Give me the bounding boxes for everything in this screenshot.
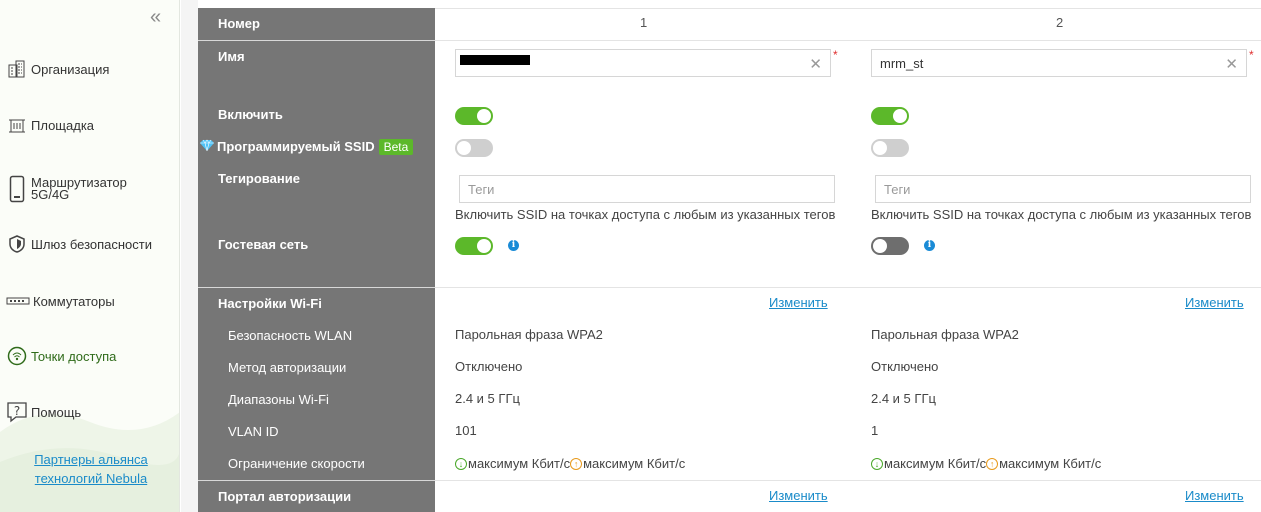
guest-network-toggle-2[interactable] [871,237,909,255]
label-wlan-security: Безопасность WLAN [228,328,353,343]
label-tagging: Тегирование [218,171,300,186]
auth-method-value-2: Отключено [871,359,939,374]
router-icon [6,174,28,204]
label-guest-network: Гостевая сеть [218,237,309,252]
wifi-ap-icon [6,345,28,367]
ssid-settings-table: 1 2 ✕ * Теги Включить SSID на точках дос… [435,8,1261,512]
label-auth-portal: Портал авторизации [218,489,352,504]
divider [435,40,1261,41]
help-icon: ? [6,401,28,423]
vlan-value-2: 1 [871,423,879,438]
ssid-name-input-2[interactable]: mrm_st ✕ [871,49,1247,77]
wlan-security-value-1: Парольная фраза WPA2 [455,327,603,342]
label-auth-method: Метод авторизации [228,360,347,375]
sidebar-item-label: Маршрутизатор 5G/4G [31,175,127,202]
wifi-bands-value-1: 2.4 и 5 ГГц [455,391,520,406]
field-label-column: Номер Имя Включить Программируемый SSID B… [198,8,435,512]
label-enable: Включить [218,107,283,122]
info-icon[interactable]: i [508,240,519,251]
sidebar-item-site[interactable]: Площадка [6,114,94,136]
label-vlan-id: VLAN ID [228,424,279,439]
sidebar: « Организация Площадка Маршрутизатор 5G/4… [0,0,180,512]
divider [198,40,435,41]
sidebar-item-label: Помощь [31,404,82,420]
shield-icon [6,233,28,255]
enable-toggle-2[interactable] [871,107,909,125]
redacted-name [460,55,530,65]
rate-limit-value-2: ↓ максимум Кбит/с ↑ максимум Кбит/с [871,456,1101,471]
upload-arrow-icon: ↑ [570,457,583,470]
sidebar-item-organization[interactable]: Организация [6,58,109,80]
divider [435,287,1261,288]
sidebar-item-label: Площадка [31,117,95,133]
edit-wifi-settings-link-2[interactable]: Изменить [1185,295,1244,310]
label-number: Номер [218,16,260,31]
edit-wifi-settings-link-1[interactable]: Изменить [769,295,828,310]
clear-icon[interactable]: ✕ [809,55,822,73]
wifi-bands-value-2: 2.4 и 5 ГГц [871,391,936,406]
tags-help-1: Включить SSID на точках доступа с любым … [455,207,836,222]
partners-link[interactable]: Партнеры альянса технологий Nebula [26,450,156,488]
rate-limit-value-1: ↓ максимум Кбит/с ↑ максимум Кбит/с [455,456,685,471]
label-rate-limit: Ограничение скорости [228,456,365,471]
site-icon [6,114,28,136]
tags-input-1[interactable]: Теги [459,175,835,203]
building-icon [6,58,28,80]
collapse-sidebar-icon[interactable]: « [150,6,161,29]
required-marker: * [833,48,838,62]
divider [198,287,435,288]
divider [435,480,1261,481]
ssid-number-2: 2 [1056,15,1064,30]
auth-method-value-1: Отключено [455,359,523,374]
guest-network-toggle-1[interactable] [455,237,493,255]
tags-input-2[interactable]: Теги [875,175,1251,203]
sidebar-item-help[interactable]: ? Помощь [6,401,81,423]
sidebar-item-switches[interactable]: Коммутаторы [6,290,115,312]
sidebar-item-security-gateway[interactable]: Шлюз безопасности [6,233,152,255]
label-name: Имя [218,49,245,64]
sidebar-item-access-points[interactable]: Точки доступа [6,345,116,367]
sidebar-item-label: Коммутаторы [33,293,115,309]
edit-auth-portal-link-2[interactable]: Изменить [1185,488,1244,503]
label-wifi-bands: Диапазоны Wi-Fi [228,392,329,407]
sidebar-item-label: Шлюз безопасности [31,236,153,252]
clear-icon[interactable]: ✕ [1225,55,1238,73]
download-arrow-icon: ↓ [455,457,467,470]
label-wifi-settings: Настройки Wi-Fi [218,296,322,311]
info-icon[interactable]: i [924,240,935,251]
sidebar-item-router[interactable]: Маршрутизатор 5G/4G [6,174,127,204]
svg-text:?: ? [14,404,20,418]
sidebar-item-label: Организация [31,61,110,77]
content-gutter [181,0,198,512]
sidebar-item-label: Точки доступа [31,348,117,364]
programmable-ssid-toggle-2[interactable] [871,139,909,157]
diamond-icon [200,139,214,154]
vlan-value-1: 101 [455,423,477,438]
tags-help-2: Включить SSID на точках доступа с любым … [871,207,1252,222]
enable-toggle-1[interactable] [455,107,493,125]
label-programmable-ssid: Программируемый SSID Beta [200,139,414,155]
required-marker: * [1249,48,1254,62]
upload-arrow-icon: ↑ [986,457,999,470]
divider [435,8,1261,9]
switch-icon [6,290,30,312]
programmable-ssid-toggle-1[interactable] [455,139,493,157]
wlan-security-value-2: Парольная фраза WPA2 [871,327,1019,342]
ssid-name-input-1[interactable]: ✕ [455,49,831,77]
divider [198,480,435,481]
ssid-number-1: 1 [640,15,648,30]
download-arrow-icon: ↓ [871,457,883,470]
edit-auth-portal-link-1[interactable]: Изменить [769,488,828,503]
beta-badge: Beta [378,139,414,155]
